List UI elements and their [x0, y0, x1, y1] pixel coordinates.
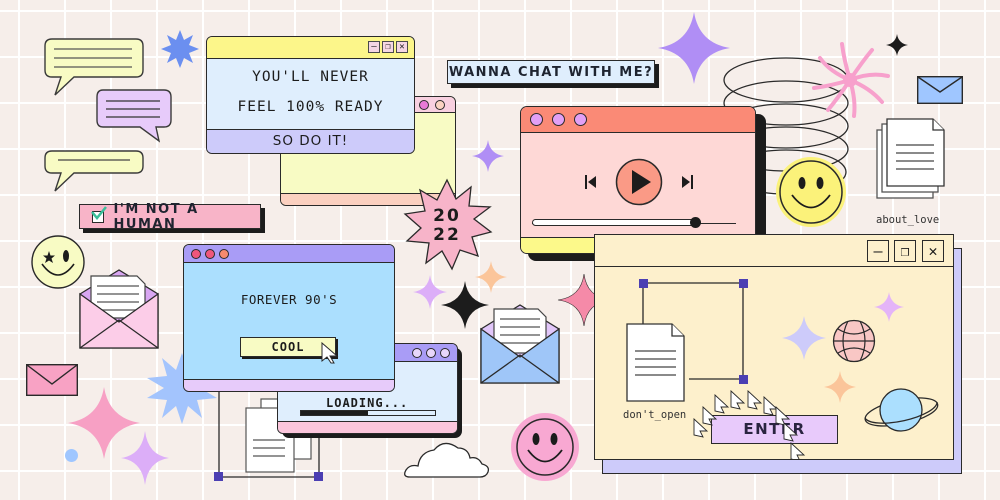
- motivation-footer[interactable]: SO DO IT!: [207, 129, 414, 153]
- file-icon[interactable]: [626, 323, 686, 403]
- year-sticker: 20 22: [403, 178, 493, 271]
- window-dot[interactable]: [205, 248, 215, 259]
- open-envelope-icon: [79, 269, 159, 349]
- cursor-icon: [747, 389, 763, 410]
- previous-icon[interactable]: [585, 175, 597, 189]
- media-progress-slider[interactable]: [532, 217, 736, 228]
- motivation-window: — ❐ ✕ YOU'LL NEVER FEEL 100% READY SO DO…: [206, 36, 415, 154]
- loading-progress-bar: [300, 410, 436, 416]
- sparkle-icon: [874, 292, 904, 322]
- sparkle-icon: [475, 261, 507, 293]
- sparkle-icon: [824, 371, 856, 403]
- sparkle-icon: [472, 140, 504, 172]
- cloud-icon: [404, 442, 490, 478]
- close-button[interactable]: ✕: [922, 240, 944, 262]
- captcha-label: I'M NOT A HUMAN: [113, 201, 199, 232]
- cursor-icon: [790, 441, 806, 459]
- motivation-line-1: YOU'LL NEVER: [252, 69, 369, 85]
- year-line-1: 20: [433, 206, 461, 226]
- maximize-button[interactable]: ❐: [894, 240, 916, 262]
- smiley-icon: [776, 157, 846, 227]
- starburst-icon: [161, 30, 199, 68]
- planet-icon: [864, 388, 939, 432]
- speech-bubble-icon: [44, 150, 144, 192]
- window-dot[interactable]: [552, 113, 565, 126]
- cursor-icon: [775, 405, 791, 426]
- window-dot[interactable]: [412, 347, 422, 358]
- cursor-trail: [693, 389, 806, 459]
- cursor-icon: [783, 421, 799, 442]
- minimize-button[interactable]: —: [867, 240, 889, 262]
- slider-knob[interactable]: [690, 217, 702, 228]
- window-dot[interactable]: [219, 248, 229, 259]
- wink-smiley-icon: [31, 235, 85, 289]
- file-label-about-love[interactable]: about_love: [876, 214, 939, 226]
- window-dot[interactable]: [435, 100, 445, 110]
- window-dot[interactable]: [426, 347, 436, 358]
- maximize-button[interactable]: ❐: [382, 41, 394, 53]
- mail-icon: [916, 75, 963, 105]
- window-dot[interactable]: [191, 248, 201, 259]
- next-icon[interactable]: [681, 175, 693, 189]
- file-label-dont-open[interactable]: don't_open: [623, 409, 686, 421]
- globe-icon: [832, 319, 876, 363]
- window-dot[interactable]: [574, 113, 587, 126]
- window-dot[interactable]: [530, 113, 543, 126]
- window-dot[interactable]: [440, 347, 450, 358]
- cursor-icon: [714, 393, 730, 414]
- swirl-burst-icon: [812, 42, 890, 118]
- motivation-line-2: FEEL 100% READY: [237, 99, 384, 115]
- dot-icon: [65, 449, 78, 462]
- speech-bubble-icon: [96, 89, 172, 143]
- captcha-checkbox-label[interactable]: I'M NOT A HUMAN: [79, 201, 261, 232]
- cursor-icon: [702, 405, 718, 426]
- retro-window: FOREVER 90'S COOL: [183, 244, 395, 392]
- media-player-window: [520, 106, 756, 254]
- checkbox-icon[interactable]: [91, 205, 107, 223]
- window-titlebar[interactable]: [184, 245, 394, 263]
- minimize-button[interactable]: —: [368, 41, 380, 53]
- chat-label[interactable]: WANNA CHAT WITH ME?: [447, 60, 655, 84]
- close-button[interactable]: ✕: [396, 41, 408, 53]
- loading-label: LOADING...: [326, 396, 409, 410]
- window-dot[interactable]: [419, 100, 429, 110]
- retro-window-title: FOREVER 90'S: [240, 292, 338, 307]
- enter-window: — ❐ ✕ don't_open ENTER: [594, 234, 954, 460]
- play-icon[interactable]: [615, 158, 663, 206]
- smiley-icon: [511, 413, 579, 481]
- file-stack-icon[interactable]: [876, 118, 946, 200]
- sparkle-icon: [121, 431, 169, 485]
- sparkle-icon: [782, 316, 826, 360]
- cursor-icon: [763, 395, 779, 416]
- year-line-2: 22: [433, 225, 461, 245]
- cursor-icon: [730, 389, 746, 410]
- cursor-icon: [321, 341, 339, 364]
- open-envelope-icon: [480, 304, 560, 384]
